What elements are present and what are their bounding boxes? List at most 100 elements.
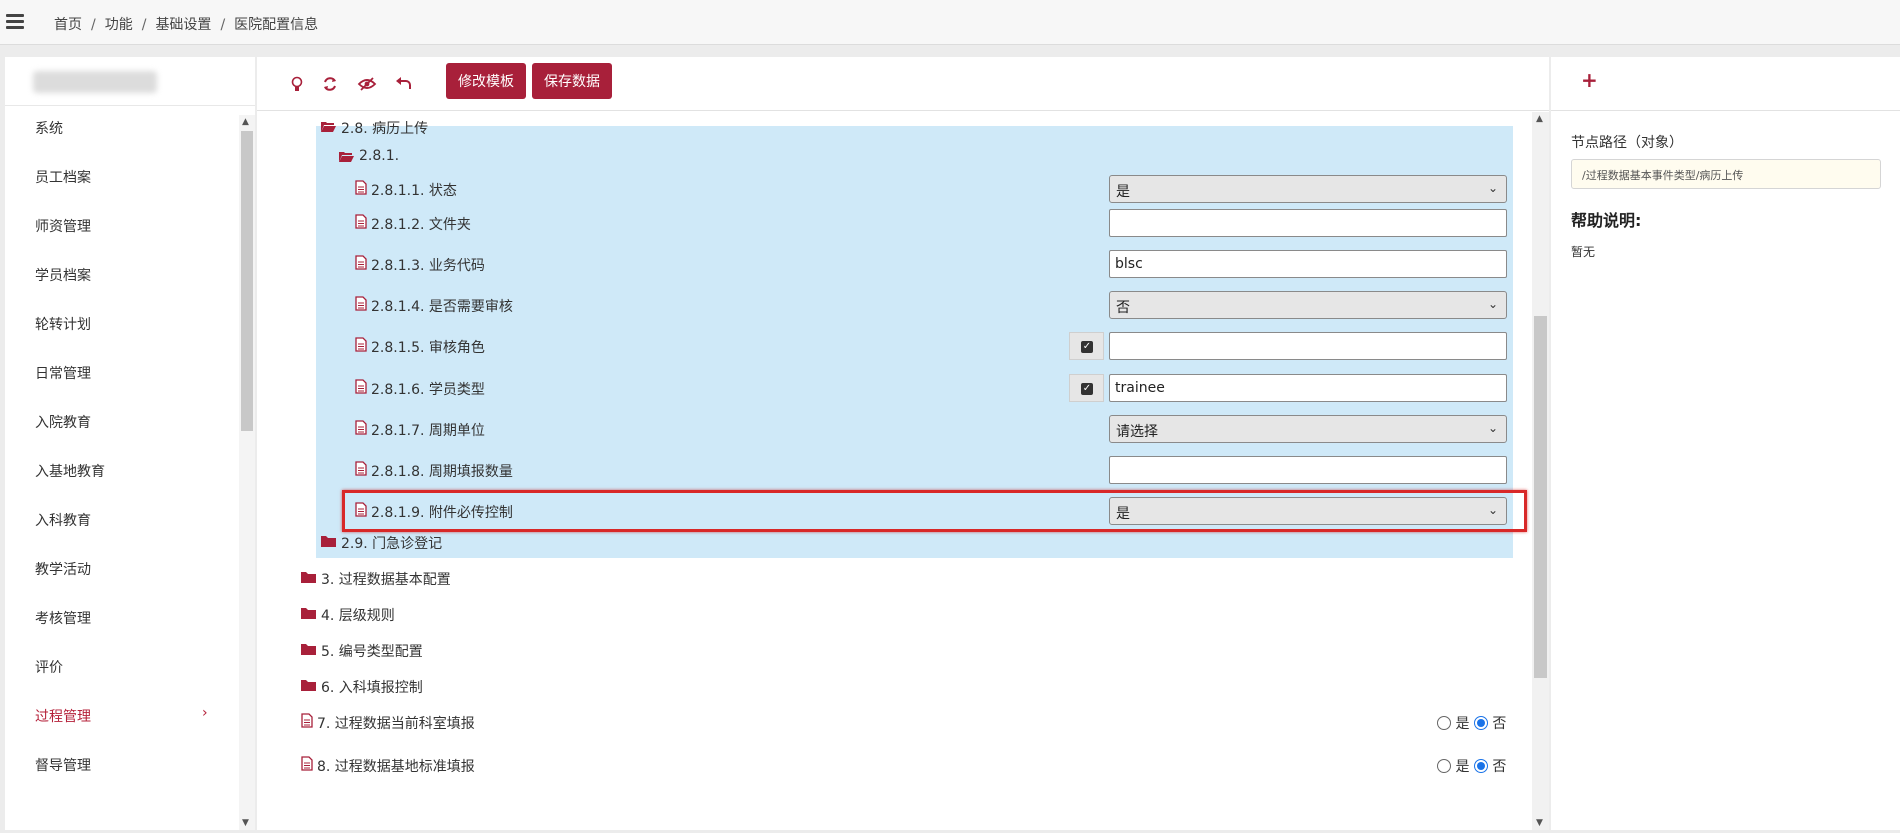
- radio-no[interactable]: [1473, 716, 1488, 730]
- chevron-down-icon: ⌄: [1487, 421, 1498, 435]
- trainee-type-input[interactable]: [1109, 374, 1507, 402]
- sidebar-item-daily-management[interactable]: 日常管理: [5, 351, 239, 391]
- file-icon: [355, 461, 367, 476]
- sidebar-item-trainee-records[interactable]: 学员档案: [5, 253, 239, 293]
- tree-item-label: 2.8.1.5. 审核角色: [371, 340, 485, 356]
- sidebar-scrollbar[interactable]: ▲ ▼: [239, 115, 255, 830]
- tree-node-2-9[interactable]: 2.9. 门急诊登记: [319, 527, 919, 557]
- tree-node-6[interactable]: 6. 入科填报控制: [299, 671, 899, 701]
- check-icon: ✓: [1081, 383, 1093, 395]
- tree-item-label: 8. 过程数据基地标准填报: [317, 759, 475, 775]
- tree-item-label: 2.8.1.8. 周期填报数量: [371, 464, 513, 480]
- scroll-down-icon[interactable]: ▼: [1536, 818, 1543, 828]
- sidebar-item-supervision[interactable]: 督导管理: [5, 743, 239, 783]
- node-path-label: 节点路径（对象）: [1571, 135, 1683, 151]
- radio-no-label: 否: [1492, 716, 1507, 732]
- chevron-down-icon: ⌄: [1487, 297, 1498, 311]
- save-data-button[interactable]: 保存数据: [532, 63, 612, 99]
- scroll-up-icon[interactable]: ▲: [1536, 114, 1543, 124]
- folder-input[interactable]: [1109, 209, 1507, 237]
- top-bar: 首页 / 功能 / 基础设置 / 医院配置信息: [0, 0, 1900, 45]
- tree-node-2-8-1[interactable]: 2.8.1.: [337, 142, 937, 172]
- breadcrumb: 首页 / 功能 / 基础设置 / 医院配置信息: [54, 17, 319, 33]
- tree-node-2-8[interactable]: 2.8. 病历上传: [319, 112, 919, 142]
- sidebar-item-base-orientation[interactable]: 入基地教育: [5, 449, 239, 489]
- tree-item-label: 2.8.1.2. 文件夹: [371, 217, 471, 233]
- tree-node-3[interactable]: 3. 过程数据基本配置: [299, 563, 899, 593]
- tree-scrollbar[interactable]: ▲ ▼: [1532, 112, 1549, 830]
- tree-item-label: 7. 过程数据当前科室填报: [317, 716, 475, 732]
- sidebar-item-assessment[interactable]: 考核管理: [5, 596, 239, 636]
- sidebar-item-label: 日常管理: [35, 366, 91, 382]
- review-role-input[interactable]: [1109, 332, 1507, 360]
- period-count-input[interactable]: [1109, 456, 1507, 484]
- refresh-icon[interactable]: [317, 71, 343, 97]
- tree-node-5[interactable]: 5. 编号类型配置: [299, 635, 899, 665]
- sidebar-item-department-orientation[interactable]: 入科教育: [5, 498, 239, 538]
- review-role-checkbox[interactable]: ✓: [1069, 332, 1104, 360]
- sidebar-item-staff-records[interactable]: 员工档案: [5, 155, 239, 195]
- sidebar-item-process-management[interactable]: 过程管理 ›: [5, 694, 239, 734]
- radio-yes-label: 是: [1455, 716, 1470, 732]
- plus-icon[interactable]: +: [1581, 68, 1598, 92]
- radio-yes-label: 是: [1455, 759, 1470, 775]
- breadcrumb-basic-settings[interactable]: 基础设置: [155, 17, 211, 33]
- sidebar-item-rotation-plan[interactable]: 轮转计划: [5, 302, 239, 342]
- scrollbar-thumb[interactable]: [1534, 316, 1547, 678]
- radio-yes[interactable]: [1437, 716, 1451, 730]
- tree-node-4[interactable]: 4. 层级规则: [299, 599, 899, 629]
- sidebar-item-teaching-activities[interactable]: 教学活动: [5, 547, 239, 587]
- current-dept-fill-radio-group: 是 否: [1437, 713, 1506, 733]
- tree-item-label: 2.8.1.6. 学员类型: [371, 382, 485, 398]
- hamburger-menu-icon[interactable]: [6, 11, 24, 33]
- need-review-select[interactable]: 否 ⌄: [1109, 291, 1507, 319]
- help-text: 暂无: [1571, 245, 1596, 259]
- file-icon: [355, 214, 367, 229]
- file-icon: [301, 756, 313, 771]
- check-icon: ✓: [1081, 341, 1093, 353]
- sidebar-item-label: 入院教育: [35, 415, 91, 431]
- sidebar-item-label: 师资管理: [35, 219, 91, 235]
- sidebar-item-hospital-orientation[interactable]: 入院教育: [5, 400, 239, 440]
- sidebar-item-label: 督导管理: [35, 758, 91, 774]
- breadcrumb-function[interactable]: 功能: [105, 17, 133, 33]
- folder-icon: [321, 536, 336, 547]
- sidebar-item-label: 过程管理: [35, 709, 91, 725]
- status-select[interactable]: 是 ⌄: [1109, 175, 1507, 203]
- trainee-type-checkbox[interactable]: ✓: [1069, 374, 1104, 402]
- sidebar-item-faculty[interactable]: 师资管理: [5, 204, 239, 244]
- sidebar-nav: 系统 员工档案 师资管理 学员档案 轮转计划 日常管理 入院教育 入基地教育 入…: [5, 106, 239, 830]
- radio-yes[interactable]: [1437, 759, 1451, 773]
- eye-slash-icon[interactable]: [354, 71, 380, 97]
- attachment-required-select[interactable]: 是 ⌄: [1109, 497, 1507, 525]
- tree-node-label: 2.8. 病历上传: [341, 121, 429, 137]
- scrollbar-thumb[interactable]: [241, 131, 253, 431]
- period-unit-select[interactable]: 请选择 ⌄: [1109, 415, 1507, 443]
- radio-no-label: 否: [1492, 759, 1507, 775]
- file-icon: [355, 502, 367, 517]
- breadcrumb-home[interactable]: 首页: [54, 17, 82, 33]
- scroll-up-icon[interactable]: ▲: [242, 117, 249, 127]
- sidebar-item-label: 考核管理: [35, 611, 91, 627]
- folder-icon: [301, 572, 316, 583]
- tree-node-label: 3. 过程数据基本配置: [321, 572, 451, 588]
- logo: [33, 71, 157, 93]
- file-icon: [301, 713, 313, 728]
- node-path-field[interactable]: /过程数据基本事件类型/病历上传: [1571, 159, 1881, 189]
- scroll-down-icon[interactable]: ▼: [242, 818, 249, 828]
- radio-no[interactable]: [1473, 759, 1488, 773]
- lightbulb-icon[interactable]: [284, 71, 310, 97]
- config-tree: 2.8. 病历上传 2.8.1. 2.8.1.1. 状态 是 ⌄ 2.8.1.2.…: [257, 112, 1532, 830]
- undo-icon[interactable]: [391, 71, 417, 97]
- help-title: 帮助说明:: [1571, 211, 1642, 230]
- sidebar-item-evaluation[interactable]: 评价: [5, 645, 239, 685]
- file-icon: [355, 180, 367, 195]
- sidebar-item-label: 轮转计划: [35, 317, 91, 333]
- business-code-input[interactable]: [1109, 250, 1507, 278]
- sidebar-item-system[interactable]: 系统: [5, 106, 239, 146]
- folder-icon: [301, 644, 316, 655]
- sidebar-item-label: 入科教育: [35, 513, 91, 529]
- help-panel-toolbar: +: [1551, 57, 1900, 111]
- edit-template-button[interactable]: 修改模板: [446, 63, 526, 99]
- base-standard-fill-radio-group: 是 否: [1437, 756, 1506, 776]
